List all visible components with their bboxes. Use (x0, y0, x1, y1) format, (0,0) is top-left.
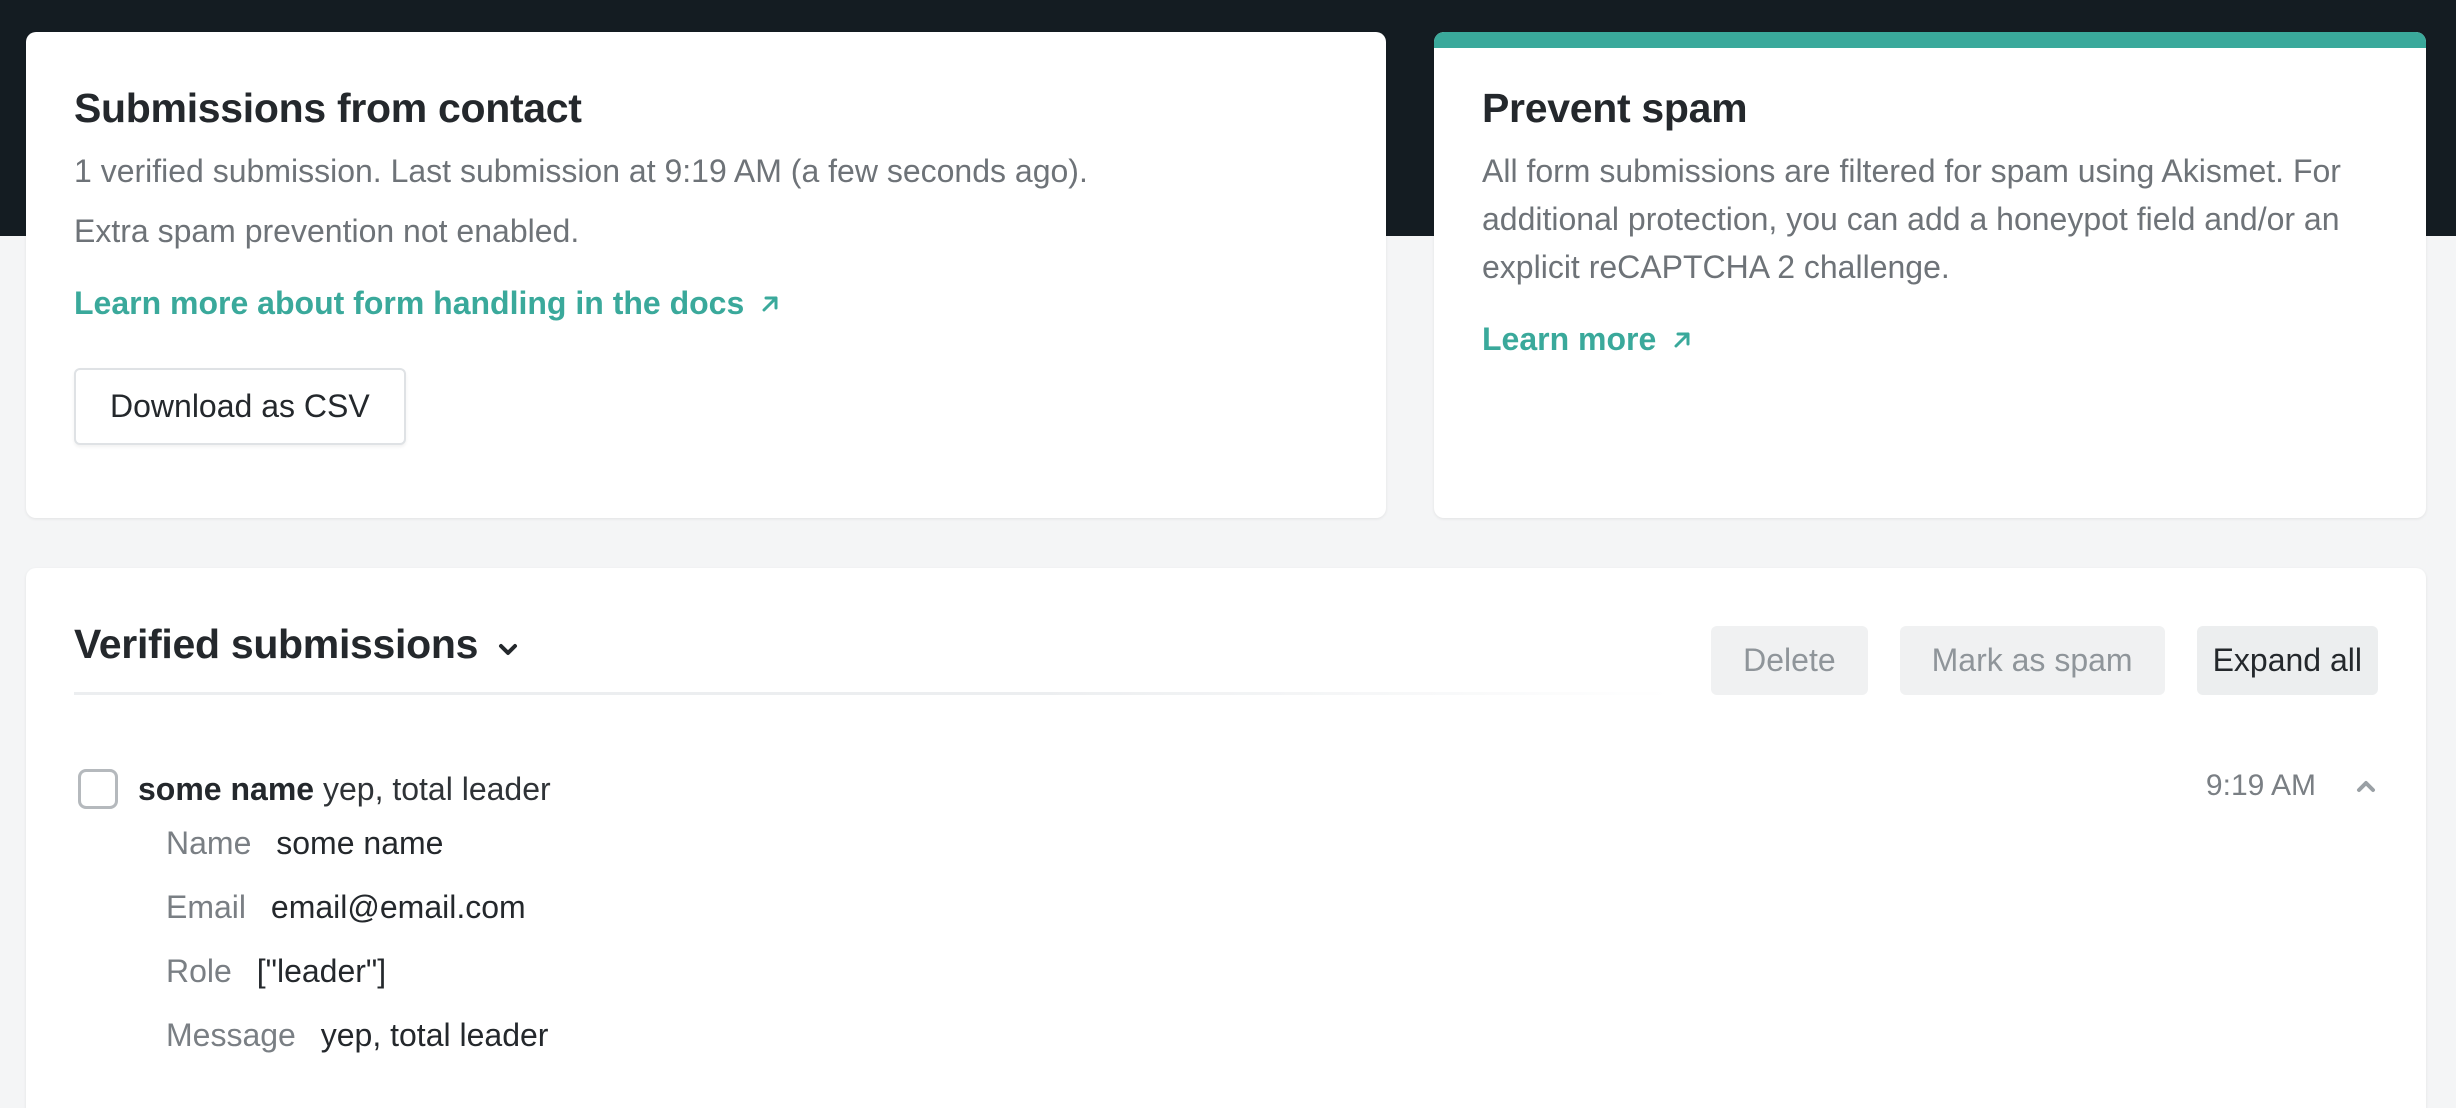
submission-meta: 9:19 AM (2206, 769, 2378, 803)
field-message: Message yep, total leader (166, 1019, 2378, 1051)
spam-status: Extra spam prevention not enabled. (74, 213, 580, 250)
submission-time: 9:19 AM (2205, 769, 2316, 802)
download-csv-button[interactable]: Download as CSV (74, 368, 406, 446)
card-accent-bar (1434, 32, 2426, 48)
field-value: email@email.com (270, 889, 526, 925)
contact-submissions-card: Submissions from contact 1 verified subm… (26, 32, 1386, 518)
chevron-up-icon[interactable] (2354, 774, 2378, 798)
verified-header: Verified submissions Delete Mark as spam… (74, 620, 2378, 695)
submission-checkbox[interactable] (78, 769, 118, 809)
delete-button[interactable]: Delete (1711, 626, 1868, 695)
field-label: Message (166, 1017, 296, 1053)
field-label: Name (166, 825, 252, 861)
mark-spam-button[interactable]: Mark as spam (1899, 626, 2165, 695)
verified-submissions-card: Verified submissions Delete Mark as spam… (26, 568, 2426, 1108)
field-value: ["leader"] (256, 953, 387, 989)
field-label: Email (166, 889, 247, 925)
learn-more-link[interactable]: Learn more (1482, 321, 1694, 358)
docs-link[interactable]: Learn more about form handling in the do… (74, 285, 782, 322)
arrow-up-right-icon (762, 296, 778, 312)
field-value: yep, total leader (320, 1017, 549, 1053)
spam-card-title: Prevent spam (1482, 85, 1748, 131)
submission-preview: yep, total leader (322, 770, 551, 807)
submission-fields: Name some name Email email@email.com Rol… (166, 827, 2378, 1051)
expand-all-button[interactable]: Expand all (2196, 626, 2378, 695)
arrow-up-right-icon (1674, 332, 1690, 348)
submission-summary: 1 verified submission. Last submission a… (74, 153, 1088, 190)
submission-name: some name (138, 770, 315, 807)
learn-more-label: Learn more (1482, 321, 1657, 358)
chevron-down-icon (499, 644, 518, 655)
field-role: Role ["leader"] (166, 955, 2378, 987)
field-label: Role (166, 953, 232, 989)
submission-summary-text: some name yep, total leader (138, 771, 551, 808)
spam-description: All form submissions are filtered for sp… (1482, 153, 2341, 286)
field-email: Email email@email.com (166, 891, 2378, 923)
field-name: Name some name (166, 827, 2378, 859)
submission-row[interactable]: some name yep, total leader 9:19 AM (74, 769, 2378, 809)
docs-link-label: Learn more about form handling in the do… (74, 285, 745, 322)
field-value: some name (276, 825, 444, 861)
verified-title-dropdown[interactable]: Verified submissions (74, 620, 1674, 669)
title-divider (74, 691, 1674, 695)
verified-title: Verified submissions (74, 621, 479, 668)
bulk-actions: Delete Mark as spam Expand all (1711, 626, 2378, 695)
prevent-spam-card: Prevent spam All form submissions are fi… (1434, 32, 2426, 518)
contact-card-title: Submissions from contact (74, 85, 582, 131)
